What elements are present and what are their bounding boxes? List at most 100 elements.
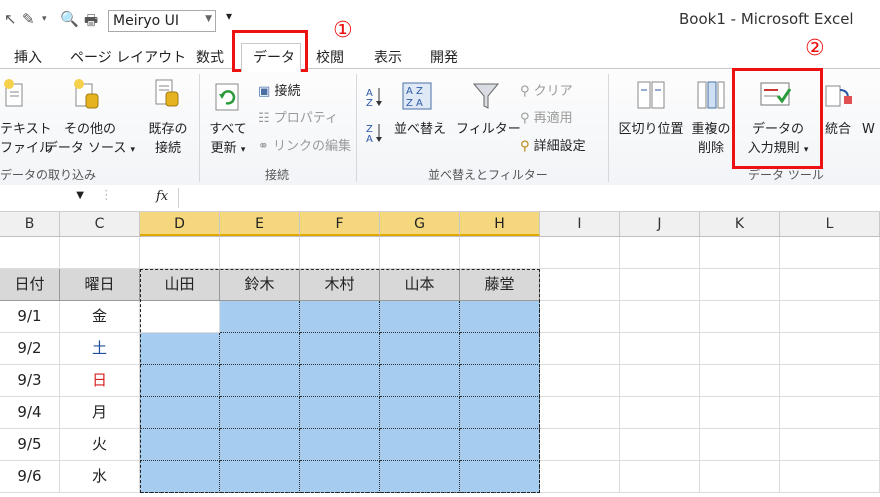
active-cell[interactable] xyxy=(140,301,220,333)
cell[interactable] xyxy=(620,301,700,333)
selected-cell[interactable] xyxy=(380,429,460,461)
filter-button[interactable]: フィルター xyxy=(456,120,521,139)
selected-cell[interactable] xyxy=(380,461,460,493)
cursor-icon[interactable]: ↖ xyxy=(4,10,17,28)
cell[interactable] xyxy=(540,301,620,333)
cell[interactable] xyxy=(460,237,540,269)
cell[interactable] xyxy=(780,365,880,397)
print-preview-icon[interactable]: 🔍 xyxy=(60,10,79,28)
selected-cell[interactable] xyxy=(300,301,380,333)
insert-function-button[interactable]: fx xyxy=(156,189,168,204)
weekday-cell[interactable]: 火 xyxy=(60,429,140,461)
table-header-cell[interactable]: 山本 xyxy=(380,269,460,301)
cell[interactable] xyxy=(700,237,780,269)
cell[interactable] xyxy=(620,365,700,397)
formula-input[interactable] xyxy=(178,188,880,208)
font-name-box[interactable]: Meiryo UI ▼ xyxy=(108,10,216,32)
name-box[interactable]: ▼ xyxy=(0,188,88,208)
cell[interactable] xyxy=(620,461,700,493)
cell[interactable] xyxy=(540,269,620,301)
cell[interactable] xyxy=(780,301,880,333)
dropdown-arrow-icon[interactable]: ▾ xyxy=(42,14,47,24)
selected-cell[interactable] xyxy=(140,365,220,397)
selected-cell[interactable] xyxy=(220,429,300,461)
weekday-cell[interactable]: 水 xyxy=(60,461,140,493)
table-header-cell[interactable]: 日付 xyxy=(0,269,60,301)
cell[interactable] xyxy=(700,301,780,333)
cell[interactable] xyxy=(540,333,620,365)
selected-cell[interactable] xyxy=(300,429,380,461)
cell[interactable] xyxy=(140,237,220,269)
selected-cell[interactable] xyxy=(220,365,300,397)
sort-button[interactable]: 並べ替え xyxy=(390,120,450,139)
cell[interactable] xyxy=(620,397,700,429)
selected-cell[interactable] xyxy=(140,397,220,429)
selected-cell[interactable] xyxy=(380,301,460,333)
column-header-b[interactable]: B xyxy=(0,212,60,236)
selected-cell[interactable] xyxy=(300,461,380,493)
date-cell[interactable]: 9/2 xyxy=(0,333,60,365)
cell[interactable] xyxy=(220,237,300,269)
cell[interactable] xyxy=(780,333,880,365)
cell[interactable] xyxy=(300,237,380,269)
selected-cell[interactable] xyxy=(300,333,380,365)
selected-cell[interactable] xyxy=(460,301,540,333)
text-to-columns-button[interactable]: 区切り位置 xyxy=(614,120,688,139)
cell[interactable] xyxy=(620,429,700,461)
cell[interactable] xyxy=(540,397,620,429)
column-header-e[interactable]: E xyxy=(220,212,300,236)
selected-cell[interactable] xyxy=(140,461,220,493)
cell[interactable] xyxy=(60,237,140,269)
weekday-cell[interactable]: 土 xyxy=(60,333,140,365)
edit-links-button[interactable]: ⚭ リンクの編集 xyxy=(258,135,351,154)
tab-formulas[interactable]: 数式 xyxy=(196,47,224,67)
selected-cell[interactable] xyxy=(460,461,540,493)
cell[interactable] xyxy=(780,237,880,269)
text-file-button[interactable]: テキスト ファイル xyxy=(0,120,52,158)
cell[interactable] xyxy=(780,269,880,301)
selected-cell[interactable] xyxy=(460,365,540,397)
reapply-button[interactable]: ⚲ 再適用 xyxy=(520,107,573,126)
advanced-filter-button[interactable]: ⚲ 詳細設定 xyxy=(520,135,586,154)
clear-button[interactable]: ⚲ クリア xyxy=(520,80,573,99)
column-header-k[interactable]: K xyxy=(700,212,780,236)
weekday-cell[interactable]: 日 xyxy=(60,365,140,397)
connections-button[interactable]: ▣ 接続 xyxy=(258,80,300,99)
remove-duplicates-button[interactable]: 重複の 削除 xyxy=(688,120,734,158)
what-if-button[interactable]: W xyxy=(862,120,880,139)
selected-cell[interactable] xyxy=(460,397,540,429)
selected-cell[interactable] xyxy=(140,429,220,461)
customize-toolbar-button[interactable]: ▾ xyxy=(226,9,232,23)
table-header-cell[interactable]: 山田 xyxy=(140,269,220,301)
column-header-d[interactable]: D xyxy=(140,212,220,236)
selected-cell[interactable] xyxy=(140,333,220,365)
selected-cell[interactable] xyxy=(460,429,540,461)
pen-icon[interactable]: ✎ xyxy=(22,10,35,28)
cell[interactable] xyxy=(620,333,700,365)
selected-cell[interactable] xyxy=(220,301,300,333)
table-header-cell[interactable]: 鈴木 xyxy=(220,269,300,301)
date-cell[interactable]: 9/5 xyxy=(0,429,60,461)
tab-page-layout[interactable]: ページ レイアウト xyxy=(70,47,186,67)
cell[interactable] xyxy=(540,237,620,269)
cell[interactable] xyxy=(700,429,780,461)
cell[interactable] xyxy=(540,429,620,461)
cell[interactable] xyxy=(700,461,780,493)
selected-cell[interactable] xyxy=(220,461,300,493)
tab-view[interactable]: 表示 xyxy=(374,47,402,67)
cell[interactable] xyxy=(380,237,460,269)
cell[interactable] xyxy=(700,333,780,365)
selected-cell[interactable] xyxy=(220,333,300,365)
properties-button[interactable]: ☷ プロパティ xyxy=(258,107,338,126)
column-header-g[interactable]: G xyxy=(380,212,460,236)
cell[interactable] xyxy=(700,365,780,397)
existing-connections-button[interactable]: 既存の 接続 xyxy=(142,120,194,158)
table-header-cell[interactable]: 曜日 xyxy=(60,269,140,301)
cell[interactable] xyxy=(780,461,880,493)
cell[interactable] xyxy=(700,269,780,301)
tab-review[interactable]: 校閲 xyxy=(316,47,344,67)
selected-cell[interactable] xyxy=(380,397,460,429)
print-icon[interactable]: 🖶 xyxy=(84,10,98,35)
tab-data[interactable]: データ xyxy=(253,47,295,67)
selected-cell[interactable] xyxy=(460,333,540,365)
